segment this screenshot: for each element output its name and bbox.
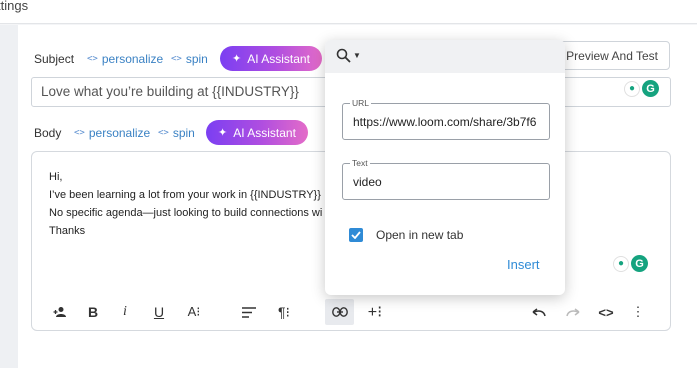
paragraph-icon[interactable]: ¶⁝	[273, 299, 295, 325]
left-gutter	[0, 25, 18, 368]
open-new-tab-checkbox[interactable]	[349, 228, 363, 242]
lightbulb-icon: ●	[624, 80, 640, 97]
body-line: I’ve been learning a lot from your work …	[49, 189, 321, 201]
preview-and-test-button[interactable]: Preview And Test	[554, 41, 670, 70]
lightbulb-icon: ●	[613, 255, 629, 272]
code-icon[interactable]: <>	[596, 299, 616, 325]
body-spin-link[interactable]: <> spin	[158, 126, 195, 140]
search-icon	[336, 48, 351, 63]
code-brackets-icon: <>	[171, 54, 182, 64]
more-icon[interactable]: ⋮	[632, 299, 645, 325]
body-personalize-label: personalize	[88, 126, 151, 140]
code-brackets-icon: <>	[74, 128, 85, 138]
body-line: Thanks	[49, 225, 86, 237]
url-field-label: URL	[350, 98, 372, 108]
url-field[interactable]: URL https://www.loom.com/share/3b7f6	[342, 98, 550, 140]
text-field[interactable]: Text video	[342, 158, 550, 200]
grammarly-icon: G	[642, 80, 659, 97]
top-bar: ttings	[0, 0, 697, 24]
text-field-label: Text	[350, 158, 370, 168]
chevron-down-icon: ▼	[353, 51, 361, 60]
link-icon[interactable]	[325, 299, 354, 325]
subject-spin-link[interactable]: <> spin	[171, 52, 208, 66]
preview-and-test-label: Preview And Test	[566, 48, 658, 63]
subject-ai-assistant-button[interactable]: ✦ AI Assistant	[220, 46, 322, 71]
subject-personalize-link[interactable]: <> personalize	[87, 52, 163, 66]
body-line: No specific agenda—just looking to build…	[49, 207, 323, 219]
subject-label: Subject	[34, 52, 75, 66]
italic-icon[interactable]: i	[117, 299, 133, 325]
body-spin-label: spin	[172, 126, 195, 140]
text-field-value: video	[353, 175, 382, 189]
code-brackets-icon: <>	[87, 54, 98, 64]
link-popup: ▼ URL https://www.loom.com/share/3b7f6 T…	[325, 40, 565, 295]
code-brackets-icon: <>	[158, 128, 169, 138]
sparkle-icon: ✦	[218, 127, 228, 139]
body-ai-assistant-label: AI Assistant	[233, 125, 296, 140]
grammarly-widget-body[interactable]: ● G	[613, 255, 648, 272]
body-label: Body	[34, 126, 62, 140]
subject-ai-assistant-label: AI Assistant	[247, 51, 310, 66]
body-line: Hi,	[49, 171, 63, 183]
subject-spin-label: spin	[185, 52, 208, 66]
underline-icon[interactable]: U	[150, 299, 168, 325]
insert-icon[interactable]: +⁝	[365, 299, 385, 325]
person-add-icon[interactable]	[50, 299, 70, 325]
window-title: ttings	[0, 0, 29, 13]
link-popup-header: ▼	[325, 40, 565, 73]
search-dropdown[interactable]: ▼	[336, 48, 361, 63]
undo-icon[interactable]	[530, 299, 548, 325]
bold-icon[interactable]: B	[84, 299, 102, 325]
grammarly-widget-subject[interactable]: ● G	[624, 80, 659, 97]
subject-value: Love what you’re building at {{INDUSTRY}…	[41, 84, 299, 99]
body-ai-assistant-button[interactable]: ✦ AI Assistant	[206, 120, 308, 145]
align-icon[interactable]	[240, 299, 258, 325]
font-size-icon[interactable]: A⁝	[183, 299, 205, 325]
url-field-value: https://www.loom.com/share/3b7f6	[353, 115, 537, 129]
body-personalize-link[interactable]: <> personalize	[74, 126, 150, 140]
sparkle-icon: ✦	[232, 53, 242, 65]
grammarly-icon: G	[631, 255, 648, 272]
redo-icon[interactable]	[564, 299, 582, 325]
check-icon	[351, 231, 361, 239]
open-new-tab-label: Open in new tab	[376, 228, 464, 242]
subject-personalize-label: personalize	[101, 52, 164, 66]
insert-button[interactable]: Insert	[507, 257, 540, 272]
